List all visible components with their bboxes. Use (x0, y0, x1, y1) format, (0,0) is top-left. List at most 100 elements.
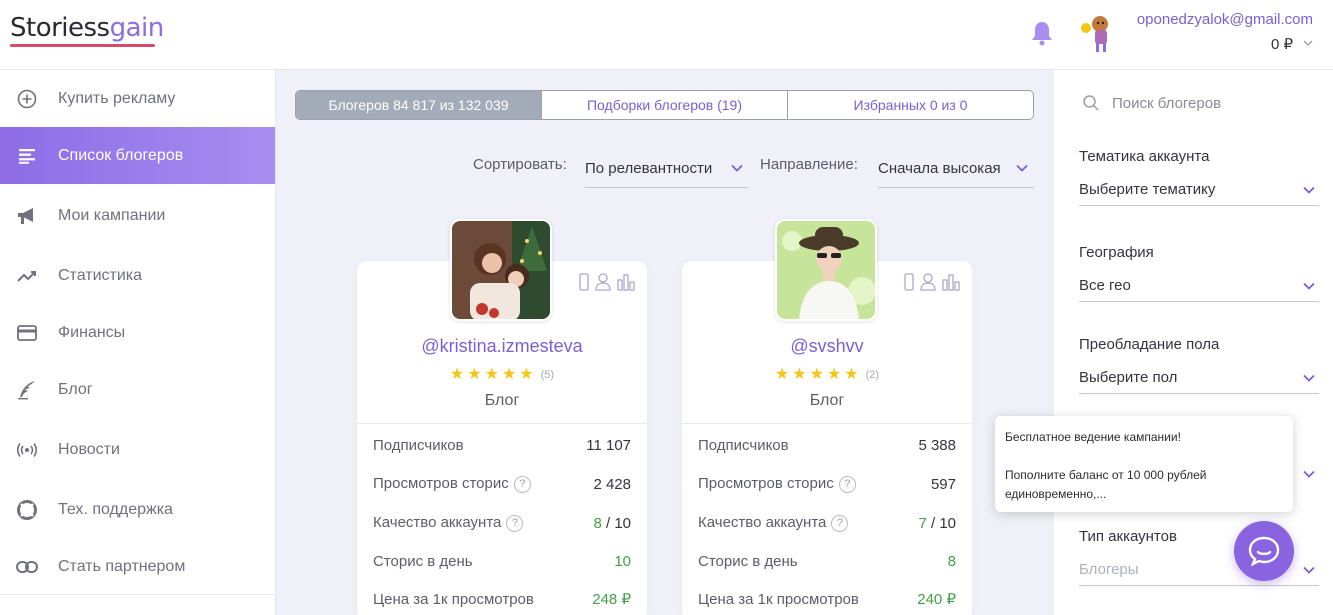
promo-text: Пополните баланс от 10 000 рублей единов… (1005, 468, 1207, 501)
chevron-down-icon[interactable] (1303, 39, 1313, 47)
stat-label: Сторис в день (373, 552, 473, 570)
sidebar-item-campaigns[interactable]: Мои кампании (0, 187, 275, 244)
star-icon: ★ (792, 366, 807, 383)
blogger-handle[interactable]: @kristina.izmesteva (357, 336, 647, 357)
chat-button[interactable] (1234, 521, 1294, 581)
phone-icon[interactable] (579, 273, 589, 291)
avatar[interactable] (1078, 12, 1118, 54)
stat-label: Качество аккаунта? (698, 514, 849, 532)
tab-favorites[interactable]: Избранных 0 из 0 (788, 91, 1033, 119)
balance: 0 ₽ (1270, 36, 1293, 53)
sidebar: Купить рекламу Список блогеров Мои кампа… (0, 70, 276, 615)
sidebar-item-news[interactable]: Новости (0, 421, 275, 478)
blogger-handle[interactable]: @svshvv (682, 336, 972, 357)
sort-select[interactable]: По релевантности (585, 150, 749, 188)
chevron-down-icon (1303, 470, 1315, 478)
user-icon[interactable] (595, 273, 611, 291)
chevron-down-icon (731, 164, 743, 172)
lifebuoy-icon (16, 499, 38, 521)
account-type-select-value: Блогеры (1079, 561, 1139, 578)
tab-collections[interactable]: Подборки блогеров (19) (542, 91, 788, 119)
search-icon (1083, 95, 1099, 111)
card-actions (579, 273, 635, 291)
logo-text-part1: Storiess (10, 13, 110, 43)
direction-select[interactable]: Сначала высокая (878, 150, 1034, 188)
user-email[interactable]: oponedzyalok@gmail.com (1137, 11, 1313, 28)
stat-value: 11 107 (586, 436, 631, 454)
gender-label: Преобладание пола (1079, 336, 1220, 353)
stat-quality: Качество аккаунта? 7 / 10 (698, 512, 956, 534)
phone-icon[interactable] (904, 273, 914, 291)
promo-popup[interactable]: Бесплатное ведение кампании! Пополните б… (995, 416, 1293, 512)
top-header: Storiessgain oponedzyalok@gmail.com 0 ₽ (0, 0, 1333, 70)
search-placeholder: Поиск блогеров (1112, 94, 1222, 112)
stat-label: Цена за 1к просмотров (373, 590, 534, 608)
stat-label: Цена за 1к просмотров (698, 590, 859, 608)
topic-label: Тематика аккаунта (1079, 148, 1210, 165)
stat-stories: Сторис в день 8 (698, 550, 956, 572)
chevron-down-icon (1303, 186, 1315, 194)
blogger-photo[interactable] (450, 219, 552, 321)
star-icon: ★ (501, 366, 517, 383)
help-icon[interactable]: ? (831, 514, 849, 532)
stat-label-text: Качество аккаунта (373, 514, 502, 532)
geo-select-value: Все гео (1079, 277, 1131, 294)
stat-quality: Качество аккаунта? 8 / 10 (373, 512, 631, 534)
direction-select-value: Сначала высокая (878, 160, 1001, 177)
sidebar-item-finance[interactable]: Финансы (0, 304, 275, 361)
user-icon[interactable] (920, 273, 936, 291)
stat-label: Подписчиков (698, 436, 789, 454)
promo-title: Бесплатное ведение кампании! (1005, 430, 1181, 444)
stat-price: Цена за 1к просмотров 248 ₽ (373, 588, 631, 610)
sidebar-item-blog[interactable]: Блог (0, 361, 275, 418)
chat-icon (1248, 536, 1280, 566)
tab-bloggers[interactable]: Блогеров 84 817 из 132 039 (296, 91, 542, 119)
stat-subscribers: Подписчиков 5 388 (698, 434, 956, 456)
star-icon: ★ (809, 366, 824, 383)
stat-value: 7 / 10 (918, 515, 956, 532)
blogger-type: Блог (484, 392, 520, 409)
topic-select[interactable]: Выберите тематику (1079, 174, 1319, 206)
stat-value: 10 (614, 552, 631, 570)
main-content: Блогеров 84 817 из 132 039 Подборки блог… (276, 70, 1054, 615)
sidebar-item-label: Новости (58, 440, 120, 458)
megaphone-icon (16, 205, 38, 227)
chevron-down-icon (1303, 282, 1315, 290)
bar-chart-icon[interactable] (942, 273, 960, 291)
rating-stars: ★ ★ ★ ★ ★ (5) (357, 367, 647, 383)
card-divider (357, 423, 647, 424)
review-count: (5) (540, 369, 555, 381)
help-icon[interactable]: ? (513, 475, 531, 493)
chevron-down-icon (1303, 374, 1315, 382)
rating-stars: ★ ★ ★ ★ ★ (2) (682, 367, 972, 383)
direction-label: Направление: (760, 156, 858, 173)
sidebar-divider (0, 594, 275, 595)
bell-icon[interactable] (1030, 20, 1054, 46)
star-icon: ★ (467, 366, 482, 383)
help-icon[interactable]: ? (838, 475, 856, 493)
stat-label: Подписчиков (373, 436, 464, 454)
gender-select-value: Выберите пол (1079, 369, 1178, 386)
sidebar-item-bloggers[interactable]: Список блогеров (0, 127, 275, 184)
blogger-photo[interactable] (775, 219, 877, 321)
sidebar-item-support[interactable]: Тех. поддержка (0, 481, 275, 538)
geo-select[interactable]: Все гео (1079, 270, 1319, 302)
stat-label-text: Качество аккаунта (698, 514, 827, 532)
search-input[interactable]: Поиск блогеров (1082, 94, 1221, 112)
sidebar-item-label: Стать партнером (58, 557, 186, 575)
gender-select[interactable]: Выберите пол (1079, 362, 1319, 394)
sidebar-item-buy-ads[interactable]: Купить рекламу (0, 70, 275, 127)
logo[interactable]: Storiessgain (10, 13, 164, 43)
sidebar-item-statistics[interactable]: Статистика (0, 247, 275, 304)
bar-chart-icon[interactable] (617, 273, 635, 291)
sidebar-item-label: Финансы (58, 323, 126, 341)
sidebar-item-label: Список блогеров (58, 146, 184, 164)
stat-stories: Сторис в день 10 (373, 550, 631, 572)
stat-views: Просмотров сторис? 2 428 (373, 473, 631, 495)
sidebar-item-partner[interactable]: Стать партнером (0, 538, 275, 595)
stat-value: 8 (947, 552, 956, 570)
help-icon[interactable]: ? (506, 514, 524, 532)
filters-panel: Поиск блогеров Тематика аккаунта Выберит… (1054, 70, 1333, 615)
logo-underline (10, 44, 155, 47)
star-icon: ★ (826, 366, 842, 383)
